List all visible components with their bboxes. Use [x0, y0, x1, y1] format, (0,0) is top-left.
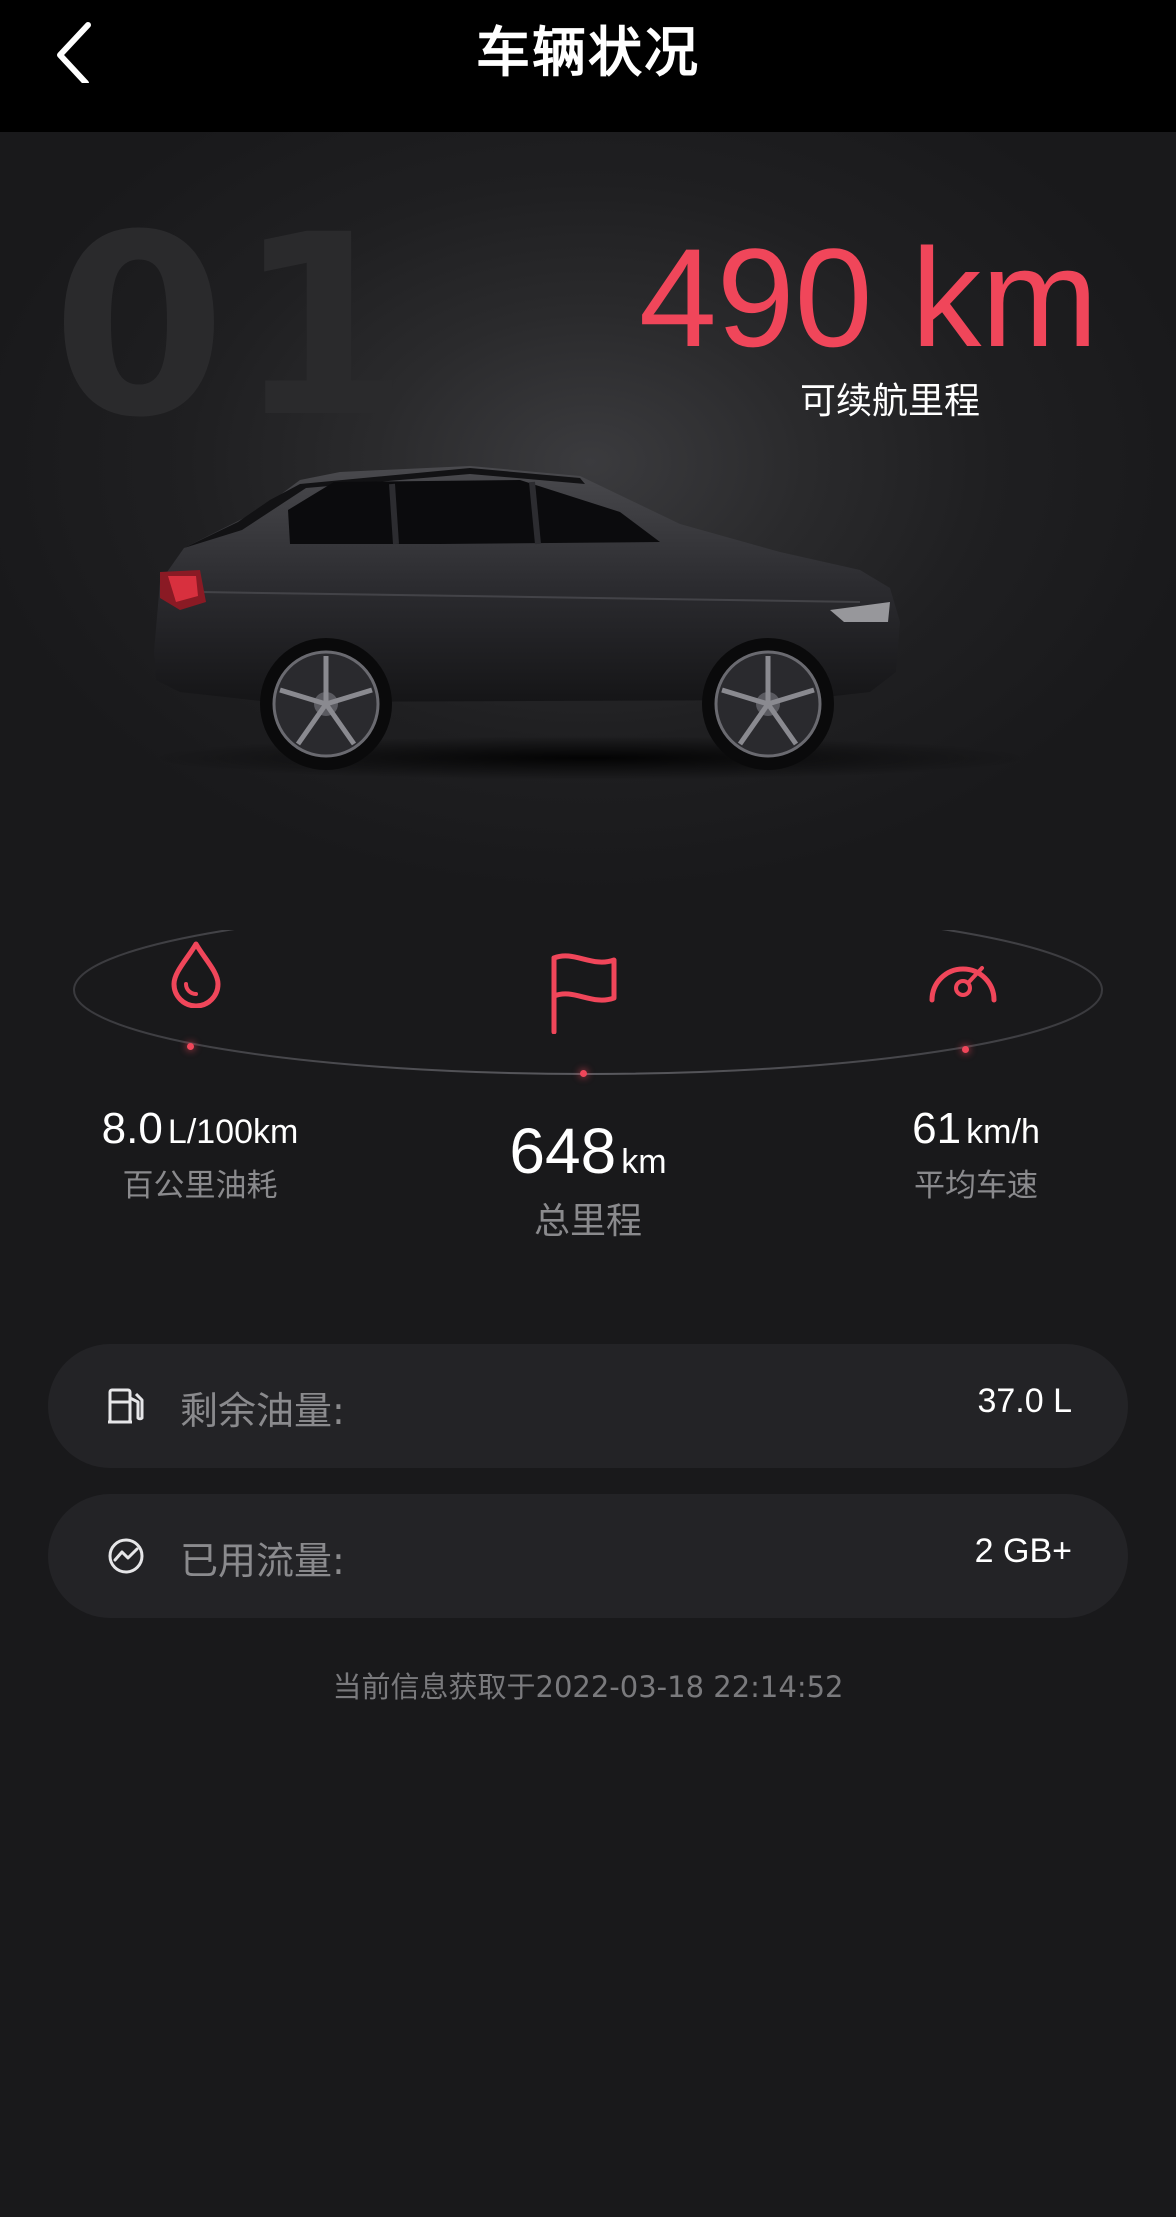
fuel-consumption-unit: L/100km — [167, 1113, 299, 1151]
hero-section: 01 490 km 可续航里程 — [0, 132, 1176, 992]
top-bar: 车辆状况 — [0, 0, 1176, 132]
vehicle-status-page: 车辆状况 01 490 km 可续航里程 8.0 L/100km 百公里油耗 6… — [0, 0, 1176, 2217]
droplet-icon — [171, 941, 221, 1008]
traffic-chart-icon — [108, 1538, 144, 1574]
indicator-dot — [580, 1070, 587, 1077]
total-mileage-stat: 648 km 总里程 — [428, 1114, 748, 1244]
indicator-dot — [187, 1043, 194, 1050]
total-mileage-unit: km — [621, 1143, 667, 1181]
model-watermark: 01 — [52, 181, 420, 472]
avg-speed-stat: 61 km/h 平均车速 — [816, 1104, 1136, 1205]
avg-speed-unit: km/h — [966, 1113, 1040, 1151]
avg-speed-label: 平均车速 — [914, 1168, 1038, 1204]
range-value: 490 km — [638, 219, 1098, 376]
page-title: 车辆状况 — [476, 21, 700, 84]
fuel-remaining-label: 剩余油量: — [180, 1389, 345, 1433]
data-usage-card[interactable]: 已用流量: 2 GB+ — [48, 1494, 1128, 1618]
fuel-consumption-value: 8.0 — [101, 1104, 163, 1153]
data-usage-value: 2 GB+ — [974, 1532, 1072, 1570]
flag-icon — [551, 953, 617, 1034]
indicator-dot — [962, 1046, 969, 1053]
fuel-consumption-stat: 8.0 L/100km 百公里油耗 — [40, 1104, 360, 1205]
fuel-remaining-value: 37.0 L — [977, 1382, 1072, 1420]
speedometer-icon — [929, 966, 997, 1003]
fuel-consumption-label: 百公里油耗 — [122, 1168, 278, 1204]
data-usage-label: 已用流量: — [180, 1539, 345, 1583]
last-updated-text: 当前信息获取于2022-03-18 22:14:52 — [332, 1670, 844, 1704]
fuel-remaining-card[interactable]: 剩余油量: 37.0 L — [48, 1344, 1128, 1468]
car-image — [140, 452, 1040, 792]
avg-speed-value: 61 — [912, 1104, 962, 1153]
total-mileage-label: 总里程 — [533, 1201, 642, 1242]
fuel-pump-icon — [108, 1388, 144, 1424]
total-mileage-value: 648 — [509, 1115, 617, 1187]
range-label: 可续航里程 — [799, 381, 980, 422]
